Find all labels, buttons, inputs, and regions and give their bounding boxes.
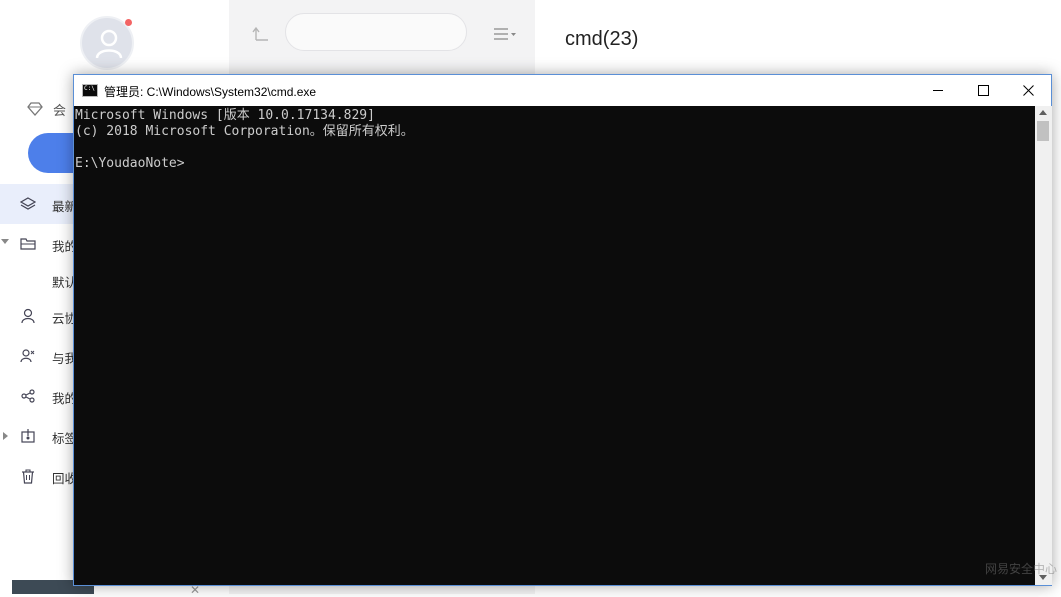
search-input[interactable] [285, 13, 467, 51]
folder-icon [20, 238, 36, 250]
minimize-button[interactable] [915, 75, 961, 106]
expand-arrow-icon[interactable] [3, 432, 8, 440]
watermark: 网易安全中心 [985, 562, 1058, 576]
layers-icon [20, 197, 36, 210]
console-line: (c) 2018 Microsoft Corporation。保留所有权利。 [75, 124, 414, 139]
scroll-up-arrow-icon[interactable] [1039, 110, 1047, 115]
person-icon [21, 308, 35, 324]
tag-icon [21, 429, 35, 443]
vip-row[interactable]: 会 [27, 100, 66, 118]
window-title: 管理员: C:\Windows\System32\cmd.exe [104, 85, 317, 99]
document-title: cmd(23) [565, 28, 639, 50]
console-output[interactable]: Microsoft Windows [版本 10.0.17134.829] (c… [74, 106, 1035, 585]
maximize-icon [977, 85, 989, 96]
people-icon [20, 349, 35, 363]
scrollbar-thumb[interactable] [1037, 121, 1049, 141]
trash-icon [22, 469, 34, 484]
diamond-icon [27, 102, 43, 116]
console-line: Microsoft Windows [版本 10.0.17134.829] [75, 108, 375, 123]
console-prompt[interactable]: E:\YoudaoNote> [75, 156, 185, 171]
maximize-button[interactable] [960, 75, 1006, 106]
share-icon [21, 389, 35, 403]
cmd-window[interactable]: C:\ 管理员: C:\Windows\System32\cmd.exe Mic… [73, 74, 1052, 586]
vip-label: 会 [53, 102, 67, 118]
window-titlebar[interactable]: C:\ 管理员: C:\Windows\System32\cmd.exe [74, 75, 1051, 106]
vertical-scrollbar[interactable] [1035, 106, 1052, 585]
console-app-icon[interactable]: C:\ [82, 84, 98, 97]
console-app-icon-text: C:\ [84, 85, 95, 92]
user-icon [95, 29, 123, 59]
notification-dot [125, 19, 132, 26]
close-icon [1022, 85, 1034, 96]
avatar[interactable] [80, 16, 136, 72]
sort-menu-icon[interactable] [493, 27, 517, 41]
expand-arrow-icon[interactable] [1, 239, 9, 244]
minimize-icon [932, 90, 943, 91]
back-up-icon[interactable] [252, 26, 270, 42]
close-button[interactable] [1005, 75, 1051, 106]
